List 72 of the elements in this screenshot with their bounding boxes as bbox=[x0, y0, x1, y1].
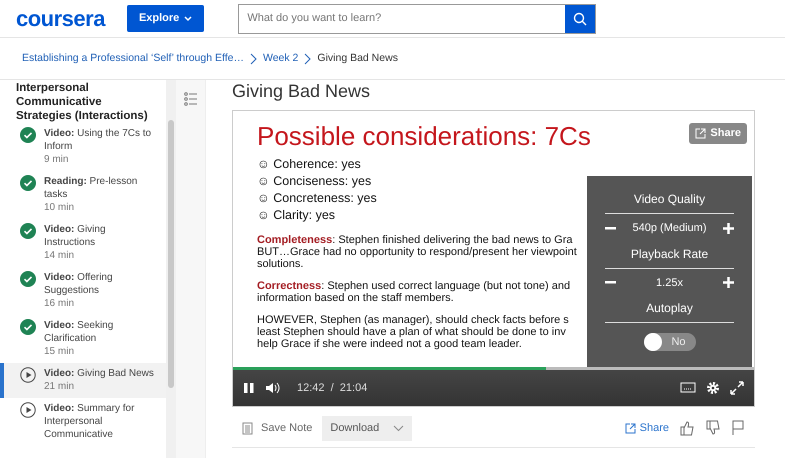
caret-icon bbox=[184, 16, 192, 22]
slide-bullet: ☺ Conciseness: yes bbox=[257, 173, 372, 190]
logo[interactable]: coursera bbox=[16, 6, 105, 32]
settings-icon[interactable] bbox=[706, 381, 720, 395]
thumbs-down-button[interactable] bbox=[705, 420, 721, 436]
check-icon bbox=[20, 127, 36, 143]
menu-value: 540p (Medium) bbox=[632, 221, 706, 236]
time-display: 12:42 / 21:04 bbox=[297, 380, 368, 396]
slide-text: HOWEVER, Stephen (as manager), should check facts before s bbox=[257, 314, 569, 326]
note-icon bbox=[242, 421, 253, 436]
check-icon bbox=[20, 271, 36, 287]
flag-icon bbox=[731, 420, 745, 436]
search-button[interactable] bbox=[565, 4, 596, 32]
menu-label: Autoplay bbox=[605, 299, 734, 323]
slide-text: Completeness: Stephen finished delivering the bad news to Gra bbox=[257, 234, 573, 246]
breadcrumb-link[interactable]: Week 2 bbox=[262, 50, 298, 66]
search-icon bbox=[573, 12, 588, 26]
section-title: Interpersonal Communicative Strategies (Interactions) bbox=[15, 81, 149, 123]
increase-button[interactable] bbox=[722, 222, 734, 234]
sidebar-item[interactable]: Video: Using the 7Cs to Inform 9 min bbox=[0, 123, 166, 171]
share-link[interactable]: Share bbox=[624, 420, 669, 436]
captions-icon[interactable] bbox=[680, 382, 696, 394]
breadcrumb-link[interactable]: Establishing a Professional ‘Self’ through Effe… bbox=[22, 50, 244, 66]
save-note-button[interactable]: Save Note bbox=[242, 420, 312, 436]
volume-icon[interactable] bbox=[265, 382, 281, 394]
flag-button[interactable] bbox=[731, 420, 745, 436]
menu-label: Playback Rate bbox=[605, 244, 734, 268]
sidebar-item[interactable]: Video: Summary for Interpersonal Communicative bbox=[0, 398, 166, 445]
thumbs-up-button[interactable] bbox=[679, 420, 695, 436]
check-icon bbox=[20, 319, 36, 335]
play-icon bbox=[20, 367, 36, 383]
scrollbar-thumb[interactable] bbox=[168, 120, 174, 388]
sidebar-item[interactable]: Video: Giving Bad News 21 min bbox=[0, 363, 166, 398]
pause-icon[interactable] bbox=[243, 382, 255, 394]
progress-track[interactable] bbox=[233, 367, 754, 370]
sidebar-item[interactable]: Video: Giving Instructions 14 min bbox=[0, 219, 166, 267]
slide-text: Correctness: Stephen used correct language (but not tone) and bbox=[257, 280, 570, 292]
check-icon bbox=[20, 175, 36, 191]
play-icon bbox=[20, 402, 36, 418]
check-icon bbox=[20, 223, 36, 239]
slide-text: help Grace if she were indeed not a good team leader. bbox=[257, 338, 522, 350]
plus-icon bbox=[722, 277, 734, 288]
thumbs-up-icon bbox=[679, 420, 695, 436]
list-icon[interactable] bbox=[184, 92, 198, 106]
fullscreen-icon[interactable] bbox=[730, 381, 744, 395]
thumbs-down-icon bbox=[705, 420, 721, 436]
sidebar-item[interactable]: Video: Offering Suggestions 16 min bbox=[0, 267, 166, 315]
sidebar-item[interactable]: Video: Seeking Clarification 15 min bbox=[0, 315, 166, 363]
share-icon bbox=[695, 128, 706, 139]
plus-icon bbox=[722, 222, 734, 234]
share-icon bbox=[624, 422, 636, 434]
slide-text: least Stephen should have a plan of what should be done to inv bbox=[257, 326, 566, 338]
menu-value: 1.25x bbox=[656, 276, 683, 290]
slide-text: solutions. bbox=[257, 258, 304, 270]
slide-bullet: ☺ Clarity: yes bbox=[257, 207, 336, 224]
share-button[interactable]: Share bbox=[689, 123, 747, 144]
slide-heading: Possible considerations: 7Cs bbox=[257, 121, 591, 152]
slide-text: BUT…Grace had no opportunity to respond/present her viewpoint bbox=[257, 246, 577, 258]
slide-bullet: ☺ Concreteness: yes bbox=[257, 190, 377, 208]
sidebar-item[interactable]: Reading: Pre-lesson tasks 10 min bbox=[0, 171, 166, 219]
page-title: Giving Bad News bbox=[232, 80, 372, 102]
chevron-icon bbox=[250, 52, 257, 64]
chevron-icon bbox=[304, 52, 312, 64]
increase-button[interactable] bbox=[722, 277, 734, 288]
menu-label: Video Quality bbox=[605, 190, 734, 214]
video-player[interactable] bbox=[232, 110, 755, 407]
explore-button[interactable]: Explore bbox=[126, 5, 204, 32]
breadcrumb-current: Giving Bad News bbox=[317, 50, 398, 66]
slide-bullet: ☺ Coherence: yes bbox=[257, 156, 361, 174]
caret-icon bbox=[393, 424, 404, 432]
download-dropdown[interactable]: Download bbox=[322, 416, 412, 440]
slide-text: information based on the staff members. bbox=[257, 292, 454, 304]
